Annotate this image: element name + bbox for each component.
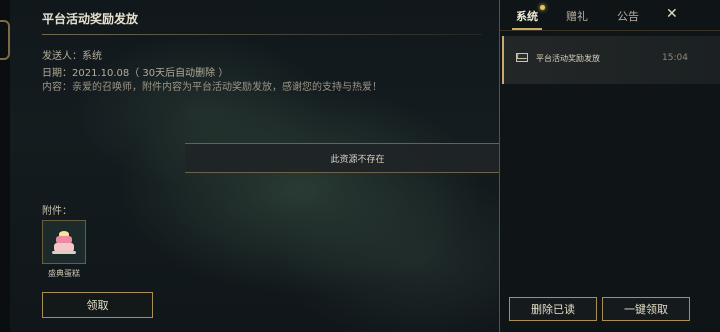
tabs-divider bbox=[500, 30, 720, 31]
mail-sender: 发送人：系统 bbox=[42, 51, 102, 62]
list-item[interactable]: 平台活动奖励发放 15:04 bbox=[502, 36, 720, 84]
attachments-label: 附件： bbox=[42, 206, 72, 217]
mail-item-title: 平台活动奖励发放 bbox=[536, 54, 600, 63]
mail-icon bbox=[516, 51, 530, 63]
mail-item-time: 15:04 bbox=[662, 53, 688, 63]
mail-list-panel: 系统 赠礼 公告 ✕ 平台活动奖励发放 15:04 删除已读 一键领取 bbox=[499, 0, 720, 332]
claim-all-button[interactable]: 一键领取 bbox=[602, 297, 690, 321]
delete-read-button[interactable]: 删除已读 bbox=[509, 297, 597, 321]
claim-button[interactable]: 领取 bbox=[42, 292, 153, 318]
attachment-name: 盛典蛋糕 bbox=[48, 269, 80, 278]
title-divider bbox=[42, 34, 482, 35]
tab-gifts[interactable]: 赠礼 bbox=[566, 8, 588, 24]
toast-message: 此资源不存在 bbox=[185, 143, 530, 173]
attachment-slot[interactable] bbox=[42, 220, 86, 264]
hexagon-frame-icon bbox=[0, 20, 10, 60]
panel-tabs: 系统 赠礼 公告 ✕ bbox=[500, 0, 720, 30]
notification-dot-icon bbox=[540, 5, 545, 10]
close-icon[interactable]: ✕ bbox=[666, 6, 678, 22]
mail-title: 平台活动奖励发放 bbox=[42, 12, 139, 26]
cake-icon bbox=[51, 229, 77, 255]
tab-system[interactable]: 系统 bbox=[516, 8, 538, 24]
tab-announcements[interactable]: 公告 bbox=[617, 8, 639, 24]
mail-date: 日期：2021.10.08（ 30天后自动删除 ） bbox=[42, 68, 229, 79]
toast-text: 此资源不存在 bbox=[330, 154, 385, 165]
mail-screen: 平台活动奖励发放 发送人：系统 日期：2021.10.08（ 30天后自动删除 … bbox=[0, 0, 720, 332]
mail-content: 内容：亲爱的召唤师，附件内容为平台活动奖励发放，感谢您的支持与热爱！ bbox=[42, 82, 382, 93]
